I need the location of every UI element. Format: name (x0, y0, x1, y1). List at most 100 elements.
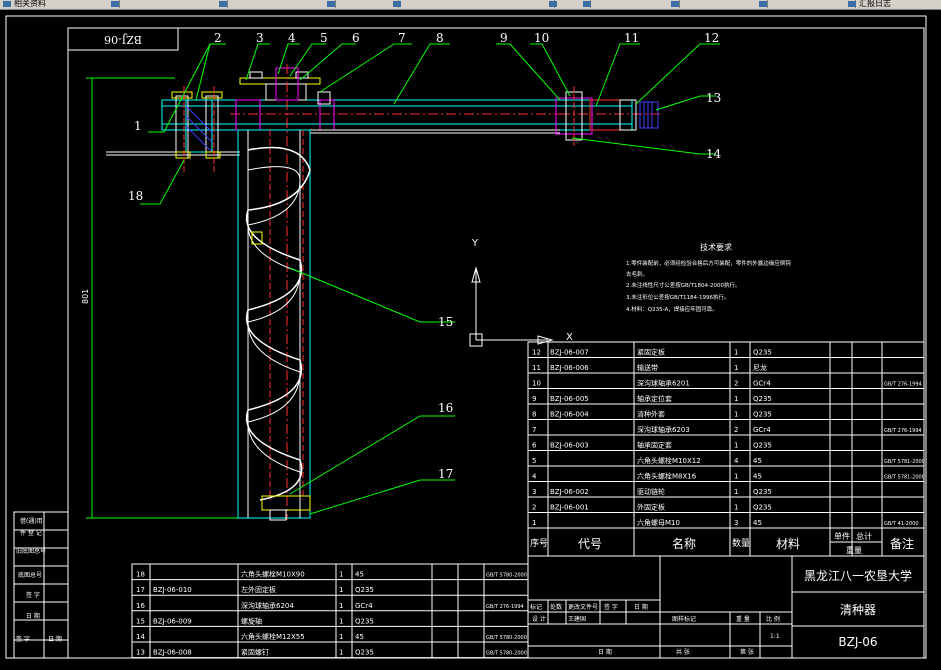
drawing-number: BZJ-06 (838, 635, 877, 649)
cad-drawing: BZJ-06 借(通)用 件 登 记 旧底图总号 底图总号 签 字 日 期 签 … (5, 15, 927, 659)
bom-upper-cell: BZJ-06-006 (550, 364, 589, 372)
bom-upper-cell: GB/T 276-1994 (884, 428, 922, 434)
bom-lower-cell: BZJ-06-008 (153, 649, 192, 657)
bom-lower-cell: GB/T 276-1994 (486, 604, 524, 610)
bom-upper-cell: 3 (734, 519, 738, 527)
left-strip: 借(通)用 件 登 记 旧底图总号 底图总号 签 字 日 期 签 字 日 期 (13, 511, 69, 659)
bom-lower-cell: 18 (136, 571, 145, 579)
tech-req-line-2: 去毛刺。 (626, 270, 648, 278)
bom-lower-cell: BZJ-06-009 (153, 617, 192, 625)
bom-upper-cell: 45 (753, 457, 762, 465)
balloon-14: 14 (706, 147, 722, 161)
bom-lower-cell: 14 (136, 633, 145, 641)
bom-upper-cell: 六角螺母M10 (637, 518, 680, 527)
tb-label-mark: 标记 (530, 603, 542, 611)
tb-label-pattern: 图样标记 (672, 615, 696, 623)
bom-upper-cell: 1 (734, 395, 738, 403)
bom-lower-cell: GB/T 5780-2000 (486, 573, 527, 579)
tb-label-scale: 比 例 (766, 615, 780, 623)
bom-upper-cell: 外固定板 (637, 503, 665, 512)
bom-lower-cell: 1 (339, 602, 343, 610)
bom-upper-cell: 4 (532, 473, 537, 481)
bom-upper-cell: GB/T 276-1994 (884, 382, 922, 388)
bom-upper-cell: BZJ-06-005 (550, 395, 589, 403)
balloon-2: 2 (214, 31, 222, 45)
bom-lower-cell: 45 (355, 571, 364, 579)
vertical-dim-text: 801 (81, 289, 90, 304)
outer-border (5, 15, 927, 659)
bom-upper-cell: 45 (753, 519, 762, 527)
ucs-y-label: Y (471, 238, 479, 249)
strip-label-7: 签 字 (16, 635, 30, 643)
bom-upper-cell: GB/T 41-2000 (884, 521, 919, 527)
tech-req-line-3: 2.未注线性尺寸公差按GB/T1804-2000执行。 (626, 281, 740, 289)
screw-shaft (237, 129, 311, 521)
ucs-icon (469, 266, 554, 347)
bom-upper-cell: 1 (734, 349, 738, 357)
bom-upper-cell: 12 (532, 349, 541, 357)
bom-upper-cell: Q235 (753, 395, 772, 403)
vertical-dimension: 801 (81, 77, 250, 519)
bom-lower-rows: 18 六角头螺栓M10X90 1 45 GB/T 5780-2000 17 BZJ-06-0… (132, 570, 528, 659)
bom-upper-cell: GB/T 5781-2000 (884, 475, 925, 481)
bom-lower-cell: 六角头螺栓M12X55 (241, 632, 305, 641)
balloon-16: 16 (438, 401, 453, 415)
bom-upper-cell: 1 (734, 504, 738, 512)
bom-upper-cell: GCr4 (753, 380, 771, 388)
tb-label-count: 处数 (550, 603, 562, 611)
school-name: 黑龙江八一农垦大学 (804, 568, 912, 583)
bom-upper-rows: 12 BZJ-06-007 紧固定板 1 Q23511 BZJ-06-006 输送带 1 尼龙1… (528, 348, 925, 529)
bom-upper-cell: 六角头螺栓M8X16 (637, 472, 697, 481)
bom-lower-cell: BZJ-06-010 (153, 586, 192, 594)
bom-hdr-mat: 材料 (776, 537, 800, 551)
ucs-x-label: X (566, 332, 573, 343)
balloon-15: 15 (438, 315, 453, 329)
bom-upper-cell: 1 (734, 488, 738, 496)
strip-label-2: 件 登 记 (20, 529, 42, 537)
bom-upper-cell: BZJ-06-004 (550, 411, 589, 419)
bom-lower-cell: 13 (136, 649, 145, 657)
bom-lower-cell: 深沟球轴承6204 (241, 601, 294, 610)
bom-lower-cell: 螺旋轴 (241, 616, 262, 625)
bom-upper-cell: BZJ-06-002 (550, 488, 589, 496)
tech-req-line-1: 1.零件装配前，必须经检验合格后方可装配，零件的外露边缘应倒钝 (626, 259, 791, 267)
bom-upper-cell: 轴承定位套 (637, 394, 672, 403)
strip-label-3: 旧底图总号 (16, 547, 46, 555)
balloon-11: 11 (624, 31, 639, 45)
bom-lower-cell: 17 (136, 586, 145, 594)
tech-req-line-5: 4.材料：Q235-A，焊接应牢固可靠。 (626, 305, 718, 313)
bom-upper-cell: 8 (532, 411, 536, 419)
bom-lower-cell: 1 (339, 633, 343, 641)
strip-label-6: 日 期 (26, 612, 40, 620)
strip-label-5: 签 字 (26, 591, 40, 599)
part-name: 清种器 (840, 603, 876, 617)
balloon-13: 13 (706, 91, 721, 105)
tb-label-sheet-no: 第 张 (740, 648, 754, 656)
bom-upper-cell: Q235 (753, 411, 772, 419)
bom-upper-cell: 4 (734, 457, 739, 465)
bom-hdr-weight: 重量 (846, 545, 862, 555)
tb-scale-value: 1:1 (770, 633, 780, 640)
balloon-5: 5 (320, 31, 328, 45)
bom-lower-cell: Q235 (355, 649, 374, 657)
bom-upper-cell: 尼龙 (753, 363, 767, 372)
bom-upper-cell: BZJ-06-003 (550, 442, 589, 450)
bom-lower-cell: 左外固定板 (241, 585, 276, 594)
bom-lower-cell: 45 (355, 633, 364, 641)
bom-upper-cell: 3 (532, 488, 536, 496)
balloon-4: 4 (288, 31, 296, 45)
tb-designer: 王建国 (568, 615, 586, 623)
bom-lower-cell: GB/T 5780-2000 (486, 651, 527, 657)
bom-hdr-total: 总计 (856, 531, 872, 541)
bom-upper-cell: 5 (532, 457, 536, 465)
bom-hdr-code: 代号 (578, 537, 602, 551)
bom-hdr-note: 备注 (890, 536, 914, 551)
bom-lower-cell: Q235 (355, 586, 374, 594)
tb-label-total-sheets: 共 张 (676, 648, 690, 656)
tb-label-sign: 签 字 (604, 603, 618, 611)
bom-upper-cell: 1 (734, 442, 738, 450)
balloon-1: 1 (134, 119, 142, 133)
bom-upper-cell: BZJ-06-001 (550, 504, 589, 512)
bom-upper-cell: 深沟球轴承6201 (637, 379, 690, 388)
bom-upper-cell: 45 (753, 473, 762, 481)
